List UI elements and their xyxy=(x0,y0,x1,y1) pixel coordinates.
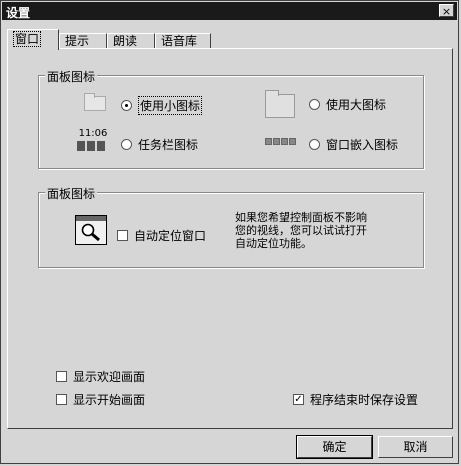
save-on-exit-checkbox[interactable]: ✓ 程序结束时保存设置 xyxy=(293,391,418,408)
description-line-1: 如果您希望控制面板不影响 xyxy=(235,211,367,224)
tab-window-label: 窗口 xyxy=(13,31,42,47)
radio-embed-icon[interactable]: 窗口嵌入图标 xyxy=(309,136,398,153)
radio-large-icon-dot[interactable] xyxy=(309,99,320,110)
show-start-checkbox[interactable]: 显示开始画面 xyxy=(56,391,145,408)
show-start-label: 显示开始画面 xyxy=(73,393,146,407)
dialog-title: 设置 xyxy=(6,6,31,20)
small-folder-icon xyxy=(84,93,106,111)
show-start-checkbox-box[interactable] xyxy=(56,394,67,405)
show-welcome-checkbox[interactable]: 显示欢迎画面 xyxy=(56,368,145,385)
large-folder-icon xyxy=(265,90,295,118)
auto-position-label: 自动定位窗口 xyxy=(134,229,207,243)
radio-small-icon-label: 使用小图标 xyxy=(138,96,203,115)
tab-voice-library[interactable]: 语音库 xyxy=(155,33,211,49)
auto-position-description: 如果您希望控制面板不影响 您的视线，您可以试试打开 自动定位功能。 xyxy=(235,211,367,250)
radio-taskbar-icon-label: 任务栏图标 xyxy=(138,138,199,152)
window-embed-icon xyxy=(265,138,296,145)
auto-position-checkbox[interactable]: 自动定位窗口 xyxy=(117,227,206,244)
tray-time-text: 11:06 xyxy=(78,128,108,139)
show-welcome-label: 显示欢迎画面 xyxy=(73,370,146,384)
auto-position-group: 面板图标 自动定位窗口 如果您希望控制面板不影响 您的视线，您可以试试打开 自动… xyxy=(38,185,424,268)
ok-button[interactable]: 确定 xyxy=(296,435,373,459)
tab-hint-label: 提示 xyxy=(65,34,90,48)
show-welcome-checkbox-box[interactable] xyxy=(56,371,67,382)
auto-position-checkbox-box[interactable] xyxy=(117,230,128,241)
icon-options-group-label: 面板图标 xyxy=(45,68,98,85)
radio-embed-icon-dot[interactable] xyxy=(309,139,320,150)
radio-large-icon[interactable]: 使用大图标 xyxy=(309,96,386,113)
tab-read-aloud-label: 朗读 xyxy=(113,34,138,48)
cancel-button[interactable]: 取消 xyxy=(378,436,453,458)
icon-options-group: 面板图标 使用小图标 使用大图标 11:06 任务栏图标 窗口嵌入图标 xyxy=(38,68,424,169)
tab-panel-window: 面板图标 使用小图标 使用大图标 11:06 任务栏图标 窗口嵌入图标 面板图标… xyxy=(7,48,453,429)
radio-small-icon-dot[interactable] xyxy=(121,100,132,111)
radio-taskbar-icon[interactable]: 任务栏图标 xyxy=(121,136,198,153)
radio-small-icon[interactable]: 使用小图标 xyxy=(121,96,203,115)
magnifier-icon xyxy=(75,215,107,245)
close-button[interactable]: × xyxy=(439,4,454,18)
taskbar-tray-icon: 11:06 xyxy=(77,128,109,156)
radio-embed-icon-label: 窗口嵌入图标 xyxy=(326,138,399,152)
tab-read-aloud[interactable]: 朗读 xyxy=(107,33,155,49)
tab-voice-library-label: 语音库 xyxy=(161,34,198,48)
tab-hint[interactable]: 提示 xyxy=(59,33,107,49)
settings-dialog: 设置 × 窗口 提示 朗读 语音库 面板图标 使用小图标 使用大图标 11:06 xyxy=(0,0,459,464)
description-line-2: 您的视线，您可以试试打开 xyxy=(235,224,367,237)
radio-large-icon-label: 使用大图标 xyxy=(326,98,387,112)
auto-position-group-label: 面板图标 xyxy=(45,185,98,202)
save-on-exit-label: 程序结束时保存设置 xyxy=(310,393,419,407)
save-on-exit-checkbox-box[interactable]: ✓ xyxy=(293,394,304,405)
radio-taskbar-icon-dot[interactable] xyxy=(121,139,132,150)
description-line-3: 自动定位功能。 xyxy=(235,237,312,250)
title-bar[interactable]: 设置 × xyxy=(2,2,457,20)
tab-window[interactable]: 窗口 xyxy=(7,29,59,50)
